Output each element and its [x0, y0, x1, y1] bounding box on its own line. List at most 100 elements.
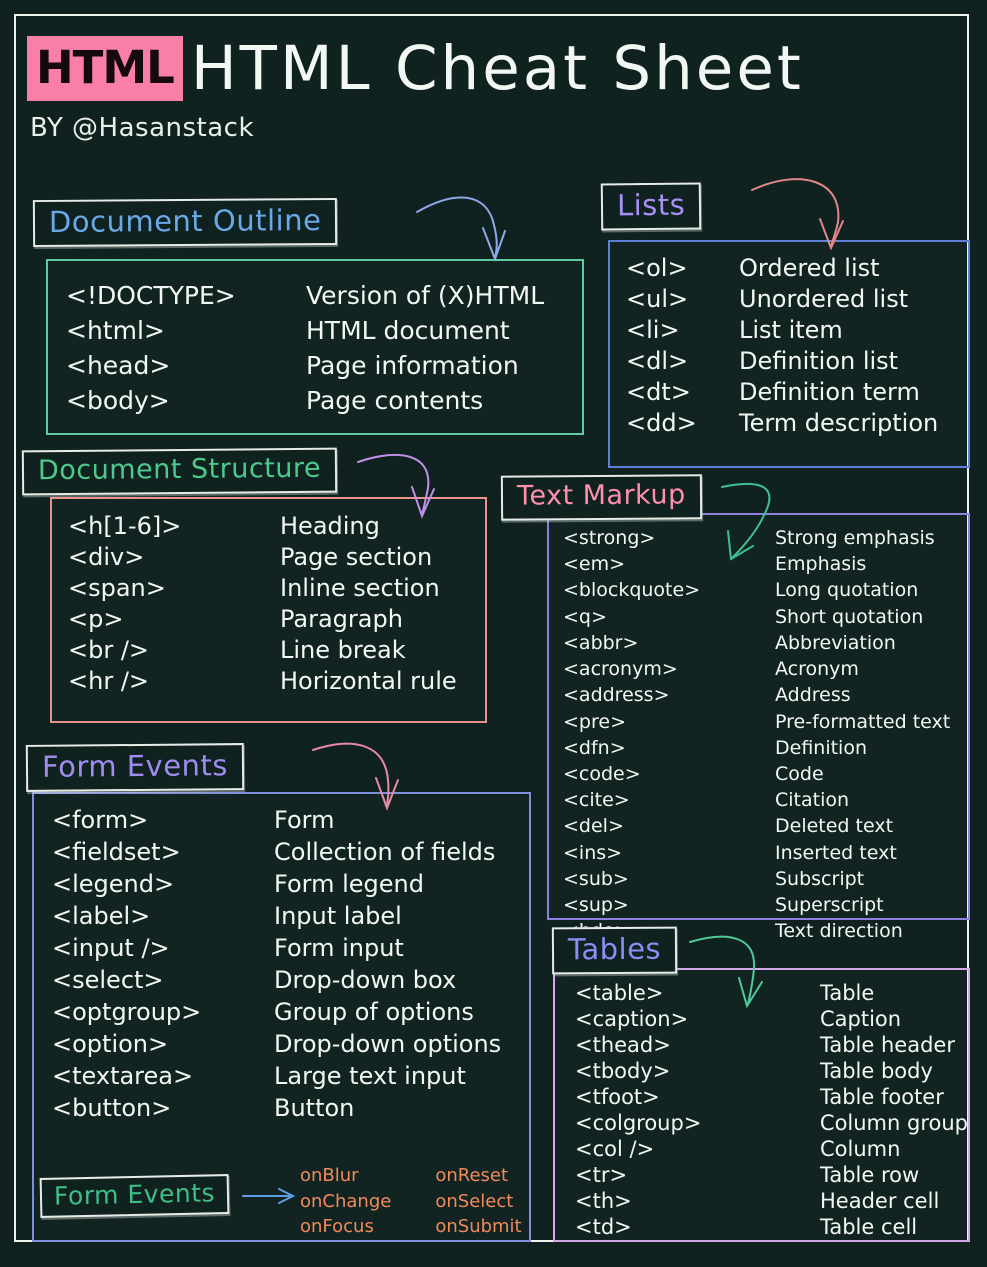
desc-cell: Table footer	[820, 1085, 944, 1109]
table-row: <button> Button	[52, 1094, 529, 1122]
rows-text-markup: <strong> Strong emphasis <em> Emphasis <…	[549, 515, 968, 945]
desc-cell: Emphasis	[775, 553, 867, 576]
tag-cell: <cite>	[563, 789, 630, 812]
table-row: <br /> Line break	[68, 636, 485, 664]
content-box-text-markup: <strong> Strong emphasis <em> Emphasis <…	[547, 513, 970, 942]
desc-cell: Ordered list	[739, 254, 880, 282]
table-row: <tfoot> Table footer	[575, 1085, 968, 1109]
table-row: <blockquote> Long quotation	[563, 577, 968, 603]
table-row: <ol> Ordered list	[626, 254, 968, 282]
form-event-item: onSubmit	[435, 1216, 522, 1238]
tag-cell: <pre>	[563, 710, 626, 733]
section-title-text-markup: Text Markup	[516, 479, 686, 512]
desc-cell: Group of options	[274, 998, 474, 1026]
rows-lists: <ol> Ordered list <ul> Unordered list <l…	[610, 242, 968, 437]
desc-cell: Code	[775, 762, 824, 785]
tag-cell: <ol>	[626, 254, 688, 282]
desc-cell: Definition term	[739, 378, 920, 406]
tag-cell: <dd>	[626, 409, 697, 437]
arrow-document-outline	[416, 196, 506, 262]
tag-cell: <legend>	[52, 870, 175, 898]
table-row: <legend> Form legend	[52, 870, 529, 898]
section-title-form-events: Form Events	[41, 748, 229, 784]
table-row: <span> Inline section	[68, 574, 485, 602]
desc-cell: Definition	[775, 736, 868, 759]
tag-cell: <li>	[626, 316, 680, 344]
table-row: <option> Drop-down options	[52, 1030, 529, 1058]
tag-cell: <abbr>	[563, 631, 639, 654]
desc-cell: Page section	[280, 543, 433, 571]
tag-cell: <address>	[563, 684, 670, 707]
desc-cell: Page information	[306, 351, 519, 380]
table-row: <dd> Term description	[626, 409, 968, 437]
form-event-item: onSelect	[435, 1190, 514, 1212]
desc-cell: Line break	[280, 636, 406, 664]
desc-cell: Column group	[819, 1111, 968, 1135]
tag-cell: <code>	[563, 762, 641, 785]
table-row: <head> Page information	[66, 351, 582, 380]
content-box-lists: <ol> Ordered list <ul> Unordered list <l…	[608, 240, 970, 468]
desc-cell: Collection of fields	[274, 838, 496, 866]
table-row: <dfn> Definition	[563, 735, 968, 761]
table-row: <textarea> Large text input	[52, 1062, 529, 1090]
table-row: <acronym> Acronym	[563, 656, 968, 682]
table-row: <dt> Definition term	[626, 378, 968, 406]
tag-cell: <button>	[52, 1094, 172, 1122]
tag-cell: <option>	[52, 1030, 169, 1058]
table-row: <div> Page section	[68, 543, 485, 571]
tag-cell: <tfoot>	[575, 1085, 660, 1109]
desc-cell: Table cell	[820, 1215, 918, 1239]
desc-cell: Table	[820, 981, 875, 1005]
tag-cell: <del>	[563, 815, 624, 838]
desc-cell: List item	[739, 316, 843, 344]
tag-cell: <td>	[575, 1215, 632, 1239]
desc-cell: Term description	[739, 409, 939, 437]
rows-form-events: <form> Form <fieldset> Collection of fie…	[34, 794, 529, 1122]
table-row: <address> Address	[563, 682, 968, 708]
tag-cell: <div>	[68, 543, 145, 571]
tag-cell: <html>	[66, 316, 165, 345]
tag-cell: <q>	[563, 605, 607, 628]
desc-cell: Horizontal rule	[280, 667, 457, 695]
desc-cell: Pre-formatted text	[775, 710, 951, 733]
table-row: <abbr> Abbreviation	[563, 630, 968, 656]
desc-cell: HTML document	[306, 316, 510, 345]
tag-cell: <br />	[68, 636, 150, 664]
section-title-tables: Tables	[567, 931, 662, 967]
desc-cell: Caption	[820, 1007, 902, 1031]
desc-cell: Column	[820, 1137, 901, 1161]
desc-cell: Table row	[820, 1163, 920, 1187]
table-row: <input /> Form input	[52, 934, 529, 962]
section-header-document-structure: Document Structure	[21, 447, 338, 496]
tag-cell: <hr />	[68, 667, 150, 695]
desc-cell: Form	[274, 806, 335, 834]
desc-cell: Subscript	[775, 867, 865, 890]
tag-cell: <tbody>	[575, 1059, 671, 1083]
table-row: <th> Header cell	[575, 1189, 968, 1213]
desc-cell: Heading	[280, 512, 380, 540]
desc-cell: Button	[274, 1094, 355, 1122]
tag-cell: <optgroup>	[52, 998, 202, 1026]
section-header-form-events: Form Events	[25, 743, 245, 793]
table-row: <td> Table cell	[575, 1215, 968, 1239]
rows-document-outline: <!DOCTYPE> Version of (X)HTML <html> HTM…	[48, 261, 582, 415]
form-event-item: onFocus	[300, 1216, 374, 1238]
tag-cell: <body>	[66, 386, 170, 415]
html-badge: HTML	[27, 36, 183, 101]
tag-cell: <dfn>	[563, 736, 626, 759]
tag-cell: <select>	[52, 966, 164, 994]
table-row: <h[1-6]> Heading	[68, 512, 485, 540]
table-row: <select> Drop-down box	[52, 966, 529, 994]
desc-cell: Drop-down box	[274, 966, 457, 994]
tag-cell: <dl>	[626, 347, 689, 375]
table-row: <sup> Superscript	[563, 892, 968, 918]
form-events-sublabel: Form Events	[53, 1178, 216, 1211]
table-row: <body> Page contents	[66, 386, 582, 415]
form-event-item: onChange	[300, 1190, 392, 1212]
form-events-sublabel-box: Form Events	[39, 1174, 230, 1218]
table-row: <tbody> Table body	[575, 1059, 968, 1083]
table-row: <form> Form	[52, 806, 529, 834]
tag-cell: <input />	[52, 934, 170, 962]
tag-cell: <label>	[52, 902, 151, 930]
rows-document-structure: <h[1-6]> Heading <div> Page section <spa…	[52, 499, 485, 695]
